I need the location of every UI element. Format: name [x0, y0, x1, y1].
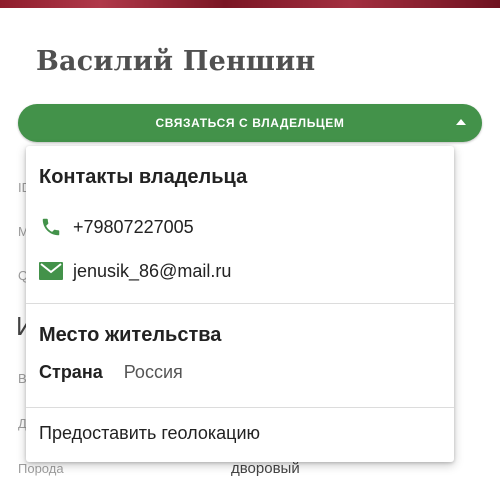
phone-row[interactable]: +79807227005 — [39, 215, 194, 239]
chevron-up-icon — [456, 119, 466, 125]
residence-title: Место жительства — [39, 324, 222, 346]
country-value: Россия — [123, 362, 183, 382]
divider — [26, 407, 454, 408]
pet-photo-edge — [0, 0, 500, 8]
email-row[interactable]: jenusik_86@mail.ru — [39, 259, 231, 283]
owner-name: Василий Пеншин — [36, 46, 316, 77]
phone-icon — [39, 215, 63, 239]
owner-contacts-dropdown: Контакты владельца +79807227005 jenusik_… — [26, 146, 454, 462]
phone-number[interactable]: +79807227005 — [73, 217, 194, 238]
email-icon — [39, 259, 63, 283]
breed-label: Порода — [18, 461, 64, 476]
country-row: Страна Россия — [39, 362, 183, 383]
country-label: Страна — [39, 362, 103, 382]
contacts-title: Контакты владельца — [39, 166, 248, 188]
divider — [26, 303, 454, 304]
contact-owner-button[interactable]: СВЯЗАТЬСЯ С ВЛАДЕЛЬЦЕМ — [18, 104, 482, 142]
email-address[interactable]: jenusik_86@mail.ru — [73, 261, 231, 282]
contact-owner-button-label: СВЯЗАТЬСЯ С ВЛАДЕЛЬЦЕМ — [155, 116, 345, 130]
breed-value: дворовый — [231, 460, 300, 477]
share-geolocation-item[interactable]: Предоставить геолокацию — [39, 423, 260, 444]
